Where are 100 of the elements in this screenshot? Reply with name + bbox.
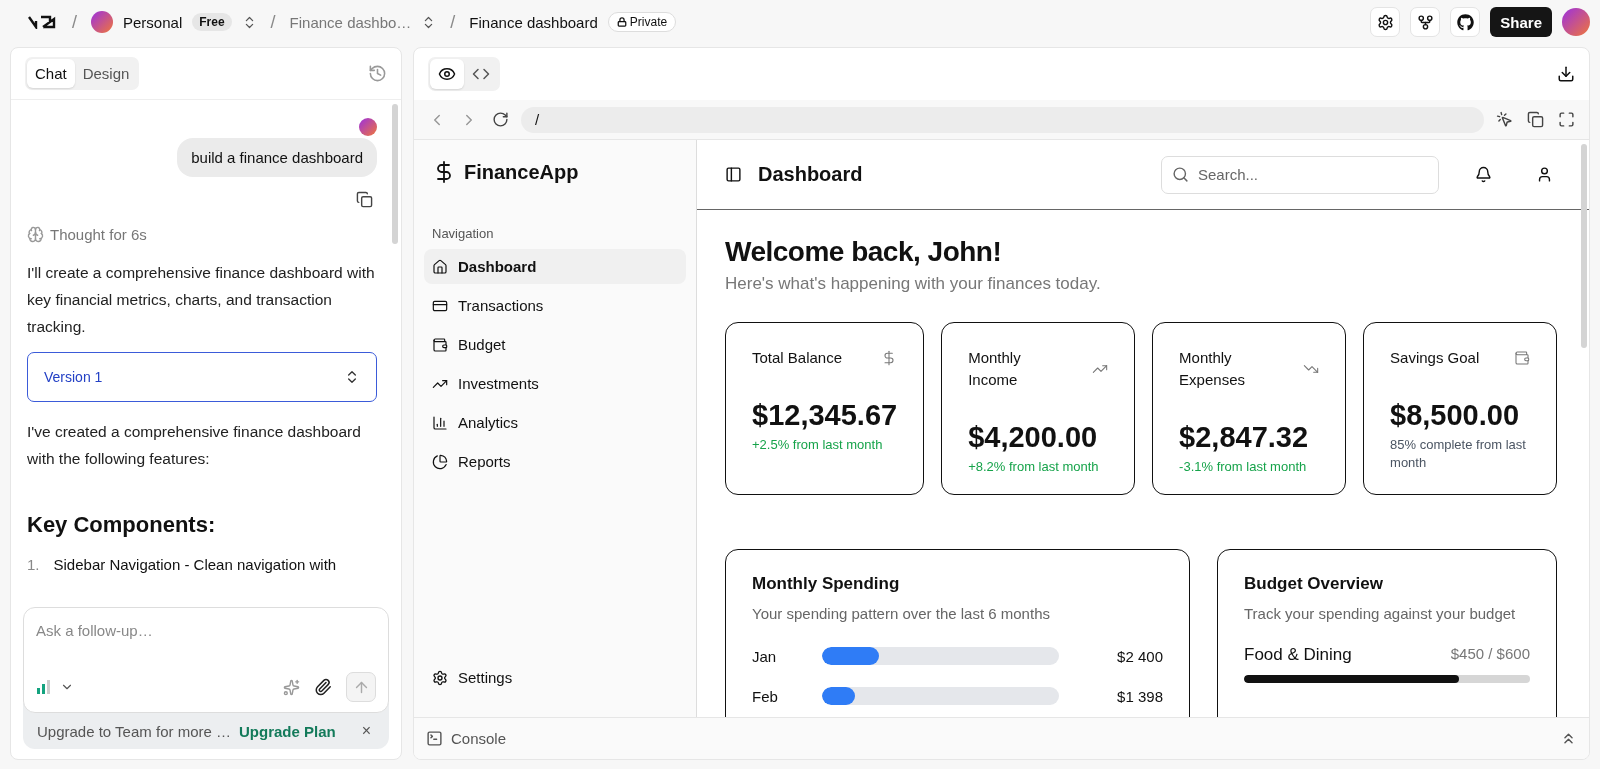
page-title: Dashboard [758,163,863,186]
nav-item[interactable]: Transactions [424,288,686,323]
stat-value: $12,345.67 [752,399,898,432]
stat-title: Total Balance [752,348,843,368]
workspace-name[interactable]: Personal [123,13,183,31]
plan-badge: Free [192,13,232,31]
user-message: build a finance dashboard [177,138,377,177]
visibility-badge[interactable]: Private [607,12,677,32]
sidebar-toggle-icon[interactable] [725,166,742,183]
budget-amount: $450 / $600 [1450,645,1530,664]
card-subtitle: Track your spending against your budget [1244,604,1517,624]
welcome-subtitle: Here's what's happening with your finances today. [725,274,1102,294]
nav-item[interactable]: Budget [424,327,686,362]
stat-change: 85% complete from last month [1390,436,1527,472]
assistant-message: I'll create a comprehensive finance dashboard with key financial metrics, charts, and transaction tracking. [27,263,376,337]
new-window-button[interactable] [1525,109,1546,130]
panel-tab[interactable]: Chat [27,59,75,88]
card-title: Monthly Spending [752,574,901,594]
chat-title: Finance dashboard [469,13,598,31]
fullscreen-icon [1558,111,1575,128]
wallet-icon [1514,350,1530,366]
fullscreen-button[interactable] [1556,109,1577,130]
thought-label[interactable]: Thought for 6s [50,226,147,243]
version-select[interactable]: Version 1 [27,352,377,402]
copy-icon[interactable] [356,191,373,208]
github-icon [1456,13,1474,31]
follow-up-field[interactable]: Ask a follow-up… [36,616,376,645]
stat-value: $8,500.00 [1390,399,1521,432]
reload-button[interactable] [490,109,511,130]
gear-icon [432,669,448,686]
composer-box[interactable]: Ask a follow-up… [23,607,389,713]
pointer-click-icon [1496,111,1513,128]
stat-change: -3.1% from last month [1179,458,1308,476]
history-icon[interactable] [368,64,387,83]
assistant-message: I've created a comprehensive finance dashboard with the following features: [27,422,362,469]
stat-value: $4,200.00 [968,421,1099,454]
month-amount: $1 398 [1116,687,1163,705]
nav-item[interactable]: Investments [424,366,686,401]
github-button[interactable] [1450,7,1481,37]
console-label[interactable]: Console [451,730,507,747]
fork-icon [1416,13,1434,31]
brain-icon [27,226,44,243]
gear-icon [1376,13,1394,31]
wallet-icon [432,336,448,353]
welcome-heading: Welcome back, John! [725,236,1003,268]
nav-item[interactable]: Reports [424,444,686,479]
card-subtitle: Your spending pattern over the last 6 months [752,604,1051,624]
scrollbar[interactable] [392,104,398,244]
fork-button[interactable] [1410,7,1441,37]
stat-title: Monthly Income [968,348,1022,390]
logo-icon[interactable] [28,15,58,29]
list-number: 1. [27,556,40,573]
stat-title: Savings Goal [1390,348,1480,368]
month-label: Jan [752,647,778,665]
nav-item[interactable]: Analytics [424,405,686,440]
share-button[interactable]: Share [1490,7,1552,37]
url-field[interactable]: / [521,106,1484,133]
bell-icon [1475,166,1492,183]
workspace-avatar [91,11,113,33]
signal-bars-icon[interactable] [36,680,52,694]
search-field[interactable]: Search... [1161,155,1439,194]
scrollbar[interactable] [1581,144,1587,348]
bar-chart-icon [432,414,448,431]
breadcrumb-separator: / [72,11,77,33]
app-brand: FinanceApp [464,160,579,184]
breadcrumb-separator: / [270,11,276,33]
project-name[interactable]: Finance dashbo… [289,13,412,31]
paperclip-icon[interactable] [314,678,332,696]
user-avatar [359,118,377,136]
month-amount: $2 400 [1116,647,1163,665]
user-avatar[interactable] [1562,8,1590,36]
stat-value: $2,847.32 [1179,421,1310,454]
reload-icon [492,111,509,128]
pie-chart-icon [432,453,448,470]
section-heading: Key Components: [27,512,217,538]
copy-icon [1527,111,1544,128]
house-icon [432,258,448,275]
nav-item[interactable]: Settings [424,660,686,695]
list-item-text: Sidebar Navigation - Clean navigation with [53,556,337,573]
card-title: Budget Overview [1244,574,1384,594]
search-icon [1172,165,1189,183]
user-icon [1536,166,1553,183]
preview-tab[interactable] [430,59,464,89]
download-icon[interactable] [1557,65,1575,83]
panel-tab[interactable]: Design [74,59,138,88]
stat-change: +2.5% from last month [752,436,884,454]
sparkles-icon[interactable] [283,678,300,696]
eye-icon [438,65,456,83]
upgrade-plan-link[interactable]: Upgrade Plan [239,722,336,740]
terminal-icon [426,730,443,747]
upgrade-message: Upgrade to Team for more … [37,722,231,740]
nav-section-label: Navigation [432,226,495,241]
close-button[interactable]: × [357,722,375,740]
stat-title: Monthly Expenses [1179,348,1246,390]
settings-button[interactable] [1370,7,1401,37]
breadcrumb-separator: / [450,11,456,33]
stat-change: +8.2% from last month [968,458,1100,476]
nav-item[interactable]: Dashboard [424,249,686,284]
budget-category: Food & Dining [1244,645,1352,665]
month-label: Feb [752,687,779,705]
